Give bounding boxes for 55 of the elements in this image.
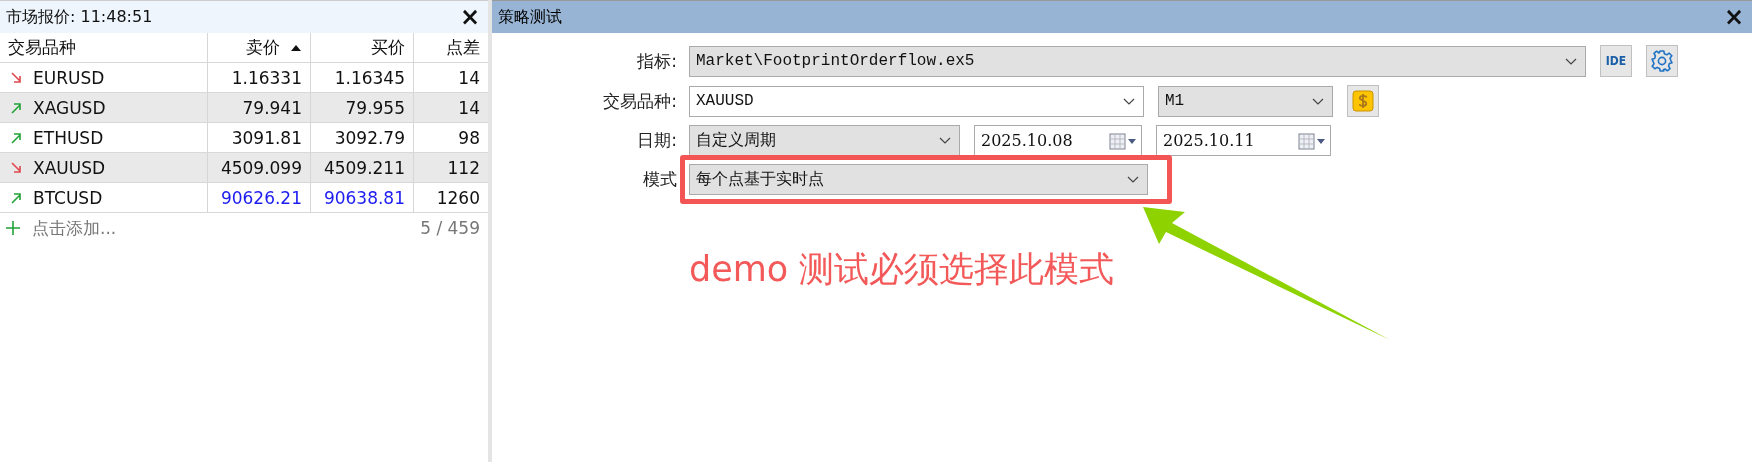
close-button[interactable]: × (1719, 5, 1748, 29)
bid-cell: 90626.21 (208, 183, 311, 212)
spread-cell-text: 112 (446, 156, 481, 180)
bid-cell: 3091.81 (208, 123, 311, 152)
bid-cell: 4509.099 (208, 153, 311, 182)
chevron-down-icon (939, 137, 951, 144)
spread-cell-text: 98 (457, 126, 481, 150)
dropdown[interactable]: Market\FootprintOrderflow.ex5 (689, 45, 1586, 77)
dropdown[interactable]: 每个点基于实时点 (689, 164, 1148, 195)
chevron-down-icon (1312, 97, 1324, 105)
close-button[interactable]: × (455, 5, 484, 29)
spread-cell-text: 1260 (435, 186, 481, 210)
symbol-cell[interactable]: EURUSD (33, 67, 105, 88)
ask-cell: 79.955 (311, 93, 414, 122)
ask-cell: 3092.79 (311, 123, 414, 152)
ask-cell: 1.16345 (311, 63, 414, 92)
add-symbol-button[interactable]: 点击添加... (6, 216, 117, 240)
bid-cell: 79.941 (208, 93, 311, 122)
bid-cell: 1.16331 (208, 63, 311, 92)
chevron-down-icon (1127, 176, 1139, 183)
field-label: 日期: (636, 129, 677, 152)
plus-icon (6, 221, 20, 235)
column-header[interactable]: 点差 (414, 33, 488, 62)
settings-button[interactable] (1646, 45, 1678, 77)
annotation-text: demo 测试必须选择此模式 (689, 248, 1115, 291)
spread-cell-text: 14 (457, 66, 481, 90)
field-label: 指标: (636, 49, 677, 73)
chevron-down-icon (1123, 97, 1135, 105)
calendar-icon (1109, 131, 1137, 150)
field-label: 模式 (642, 168, 677, 191)
column-header[interactable]: 卖价 (208, 33, 311, 62)
spread-cell-text: 14 (457, 96, 481, 120)
symbol-cell[interactable]: XAGUSD (33, 97, 106, 118)
chevron-down-icon (1565, 57, 1577, 65)
symbol-cell[interactable]: BTCUSD (33, 187, 103, 208)
settings-icon (1651, 50, 1673, 72)
column-header[interactable]: 买价 (311, 33, 414, 62)
dropdown[interactable]: XAUUSD (689, 85, 1144, 117)
symbol-cell[interactable]: ETHUSD (33, 127, 104, 148)
symbol-count: 5 / 459 (420, 218, 480, 238)
field-label: 交易品种: (602, 89, 677, 113)
ask-cell: 4509.211 (311, 153, 414, 182)
currency-button[interactable] (1347, 85, 1379, 117)
dropdown[interactable]: 自定义周期 (689, 125, 960, 156)
date-field[interactable]: 2025.10.08 (974, 125, 1142, 156)
date-field[interactable]: 2025.10.11 (1156, 125, 1331, 156)
symbol-cell[interactable]: XAUUSD (33, 157, 106, 178)
dropdown[interactable]: M1 (1158, 85, 1333, 117)
calendar-icon (1298, 131, 1326, 150)
panel-title: 市场报价: 11:48:51 (6, 6, 153, 28)
panel-title: 策略测试 (498, 6, 562, 28)
dollar-icon (1352, 90, 1374, 112)
column-header[interactable]: 交易品种 (0, 33, 208, 62)
ide-button[interactable]: IDE (1600, 45, 1632, 77)
ask-cell: 90638.81 (311, 183, 414, 212)
